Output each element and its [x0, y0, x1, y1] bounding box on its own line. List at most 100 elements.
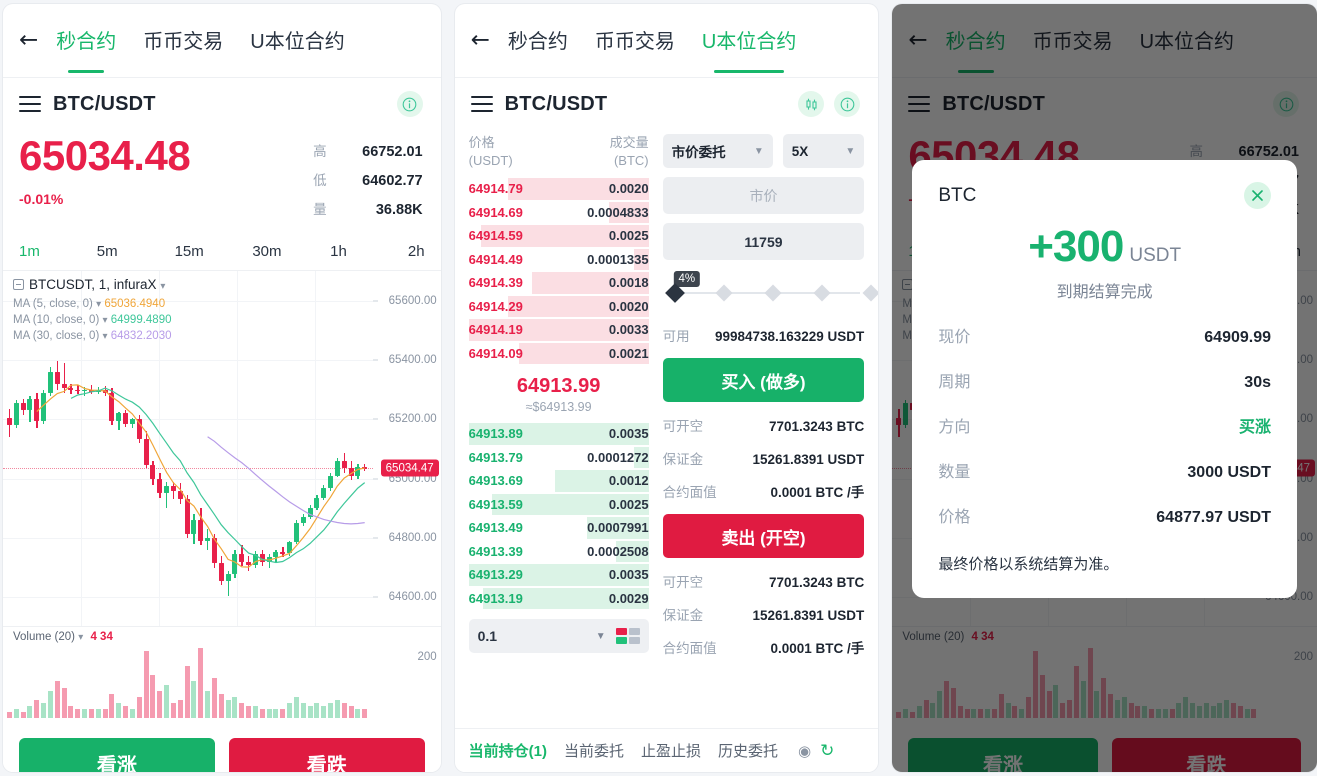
- amount-slider[interactable]: 4%: [663, 271, 879, 312]
- tab-order-history[interactable]: 历史委托: [718, 740, 778, 761]
- orderbook-row[interactable]: 64913.49 0.0007991: [469, 516, 649, 540]
- tab-current-positions[interactable]: 当前持仓(1): [469, 740, 547, 761]
- bullish-button[interactable]: 看涨: [19, 738, 215, 772]
- settlement-amount-unit: USDT: [1129, 245, 1182, 266]
- settlement-amount-block: +300 USDT: [938, 222, 1271, 272]
- slider-step-25[interactable]: [715, 284, 733, 302]
- tab-tp-sl[interactable]: 止盈止损: [641, 740, 701, 761]
- orderbook-row[interactable]: 64914.19 0.0033: [468, 318, 649, 342]
- chevron-down-icon[interactable]: ▾: [160, 281, 165, 292]
- sell-short-button[interactable]: 卖出 (开空): [662, 514, 865, 558]
- chevron-down-icon[interactable]: ▾: [96, 299, 101, 310]
- close-icon[interactable]: [1244, 182, 1271, 209]
- nav-tab-1[interactable]: 币币交易: [595, 25, 675, 56]
- orderbook-row[interactable]: 64914.49 0.0001335: [469, 248, 649, 272]
- orderbook-row[interactable]: 64913.89 0.0035: [468, 422, 649, 446]
- symbol-name[interactable]: BTC/USDT: [53, 93, 156, 116]
- volume-chart[interactable]: Volume (20) ▾ 4 34 200: [3, 626, 441, 724]
- modal-row-3-label: 数量: [938, 464, 971, 481]
- volume-series: [3, 648, 373, 718]
- timeframe-15m[interactable]: 15m: [175, 243, 253, 260]
- nav-tab-0[interactable]: 秒合约: [508, 25, 568, 56]
- info-icon[interactable]: [396, 91, 423, 117]
- orderbook-price: 64913.89: [468, 426, 523, 442]
- modal-row-1-value: 30s: [1244, 374, 1271, 391]
- nav-tab-2[interactable]: U本位合约: [702, 25, 796, 73]
- orderbook-amount: 0.0020: [608, 298, 649, 314]
- orderbook-row[interactable]: 64914.59 0.0025: [469, 224, 649, 248]
- ob-col-amount-unit: (BTC): [613, 152, 649, 168]
- legend-ma10: MA (10, close, 0) ▾ 64999.4890: [13, 314, 172, 326]
- orderbook-price: 64913.39: [468, 543, 523, 559]
- orderbook-row[interactable]: 64913.29 0.0035: [468, 563, 649, 587]
- amount-input[interactable]: 11759: [662, 223, 865, 260]
- collapse-icon[interactable]: [13, 279, 24, 290]
- chevron-down-icon[interactable]: ▾: [103, 315, 108, 326]
- leverage-select[interactable]: 5X ▼: [782, 134, 865, 168]
- candlestick-icon[interactable]: [798, 91, 825, 117]
- settlement-status: 到期结算完成: [1056, 284, 1153, 301]
- orderbook-row[interactable]: 64913.59 0.0025: [469, 493, 649, 517]
- price-input[interactable]: 市价: [662, 177, 865, 214]
- arrow-left-icon[interactable]: ←: [19, 29, 38, 52]
- order-type-select[interactable]: 市价委托 ▼: [662, 134, 773, 168]
- orderbook-row[interactable]: 64914.09 0.0021: [469, 342, 649, 366]
- orderbook-row[interactable]: 64913.39 0.0002508: [469, 540, 649, 564]
- bearish-button[interactable]: 看跌: [228, 738, 425, 772]
- slider-step-50[interactable]: [764, 284, 782, 302]
- modal-title: BTC: [938, 184, 977, 206]
- chevron-down-icon[interactable]: ▾: [103, 331, 108, 342]
- orderbook-amount: 0.0002508: [587, 543, 649, 559]
- timeframe-1m[interactable]: 1m: [19, 243, 97, 260]
- orderbook-amount: 0.0001335: [587, 251, 649, 267]
- eye-icon[interactable]: ◉: [798, 742, 811, 760]
- symbol-name[interactable]: BTC/USDT: [505, 93, 608, 116]
- nav-tab-0[interactable]: 秒合约: [56, 25, 116, 73]
- timeframe-5m[interactable]: 5m: [97, 243, 175, 260]
- ob-col-price: 价格 (USDT): [469, 134, 513, 169]
- chevron-down-icon: ▼: [845, 145, 856, 157]
- modal-note: 最终价格以系统结算为准。: [938, 556, 1119, 573]
- orderbook-row[interactable]: 64914.69 0.0004833: [469, 201, 649, 225]
- hamburger-icon[interactable]: [470, 96, 493, 112]
- orderbook-row[interactable]: 64913.79 0.0001272: [469, 446, 649, 470]
- tick-size-select[interactable]: 0.1 ▼: [468, 619, 649, 654]
- stat-high: 高 66752.01: [313, 140, 423, 160]
- price-chart[interactable]: BTCUSDT, 1, infuraX ▾ MA (5, close, 0) ▾…: [3, 270, 441, 626]
- tick-size-value: 0.1: [477, 628, 498, 645]
- orderbook-row[interactable]: 64913.19 0.0029: [469, 587, 649, 611]
- modal-row-1-label: 周期: [938, 374, 971, 391]
- orderbook-row[interactable]: 64914.29 0.0020: [469, 295, 649, 319]
- timeframe-2h[interactable]: 2h: [408, 243, 425, 260]
- y-axis-tick-label: 65200.00: [388, 413, 437, 426]
- orderbook-row[interactable]: 64913.69 0.0012: [469, 469, 649, 493]
- last-price-tag: 65034.47: [380, 459, 439, 477]
- orderbook-price: 64914.19: [468, 322, 523, 338]
- y-axis-tick-label: 65400.00: [388, 354, 437, 366]
- sell-info-2-label: 合约面值: [662, 641, 717, 656]
- refresh-icon[interactable]: ↻: [820, 741, 834, 761]
- orderbook-price: 64914.39: [468, 275, 523, 291]
- orderbook-row[interactable]: 64914.79 0.0020: [469, 177, 649, 201]
- orderbook-price: 64914.59: [468, 228, 523, 244]
- timeframe-30m[interactable]: 30m: [252, 243, 330, 260]
- slider-step-75[interactable]: [813, 284, 831, 302]
- arrow-left-icon[interactable]: ←: [471, 29, 490, 52]
- timeframe-1h[interactable]: 1h: [330, 243, 408, 260]
- buy-long-button[interactable]: 买入 (做多): [662, 358, 865, 402]
- info-icon[interactable]: [834, 91, 861, 117]
- bid-rows: 64913.89 0.0035 64913.79 0.0001272 64913.69 0…: [468, 422, 649, 611]
- ticker-stats: 高 66752.01 低 64602.77 量 36.88K: [313, 134, 423, 227]
- buy-info-2: 合约面值 0.0001 BTC /手: [663, 481, 865, 501]
- slider-step-100[interactable]: [862, 284, 879, 302]
- tab-current-orders[interactable]: 当前委托: [564, 740, 624, 761]
- nav-tab-1[interactable]: 币币交易: [143, 25, 223, 56]
- orderbook-price: 64913.79: [468, 449, 523, 465]
- orderbook-layout-icon[interactable]: [615, 628, 640, 645]
- orderbook-row[interactable]: 64914.39 0.0018: [469, 271, 649, 295]
- hamburger-icon[interactable]: [19, 96, 41, 112]
- nav-tab-2[interactable]: U本位合约: [250, 25, 344, 56]
- ob-col-price-label: 价格: [468, 135, 495, 150]
- chevron-down-icon[interactable]: ▾: [78, 632, 83, 643]
- orderbook-amount: 0.0012: [608, 473, 649, 489]
